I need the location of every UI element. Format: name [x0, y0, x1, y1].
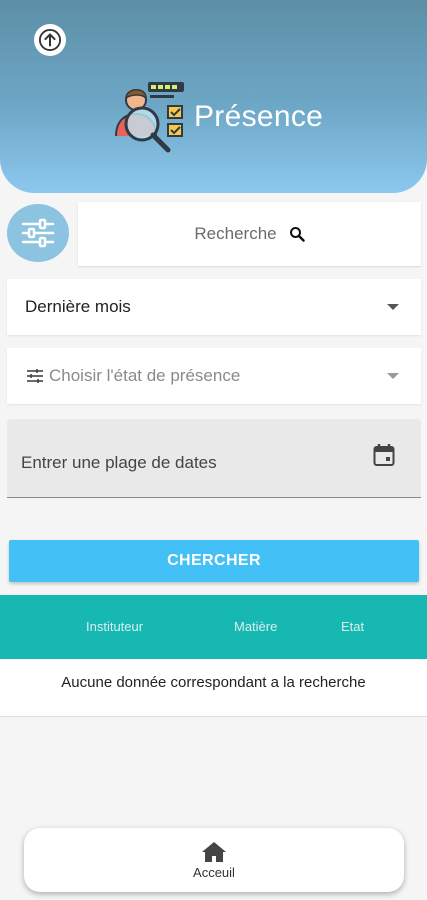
date-range-field[interactable]: Entrer une plage de dates [7, 419, 421, 498]
chevron-down-icon [387, 304, 399, 310]
table-header: Instituteur Matière Etat [0, 595, 427, 659]
filter-sliders-icon [21, 218, 55, 248]
tune-icon [27, 369, 43, 383]
period-select[interactable]: Dernière mois [7, 279, 421, 335]
filter-toggle-button[interactable] [7, 204, 69, 262]
attendance-logo-icon [115, 82, 184, 153]
column-header-instituteur: Instituteur [86, 619, 144, 634]
bottom-navigation: Acceuil [24, 828, 404, 892]
search-icon[interactable] [289, 226, 305, 242]
brand: Présence [110, 78, 323, 156]
app-header: Présence [0, 0, 427, 193]
status-select-placeholder: Choisir l'état de présence [49, 366, 241, 385]
period-select-value: Dernière mois [25, 297, 131, 316]
home-icon[interactable] [201, 841, 227, 863]
empty-state-message: Aucune donnée correspondant a la recherc… [0, 660, 427, 717]
search-button[interactable]: CHERCHER [9, 540, 419, 582]
column-header-etat: Etat [341, 619, 365, 634]
search-input[interactable]: Recherche [78, 202, 421, 266]
back-button[interactable] [34, 24, 66, 56]
page-title: Présence [194, 100, 324, 133]
attendance-status-select[interactable]: Choisir l'état de présence [7, 348, 421, 404]
column-header-matiere: Matière [234, 619, 278, 634]
date-range-placeholder: Entrer une plage de dates [21, 453, 217, 472]
calendar-icon[interactable] [373, 443, 395, 467]
arrow-up-icon [39, 29, 61, 51]
search-placeholder: Recherche [194, 224, 277, 243]
nav-home-label[interactable]: Acceuil [193, 865, 235, 880]
chevron-down-icon [387, 373, 399, 379]
